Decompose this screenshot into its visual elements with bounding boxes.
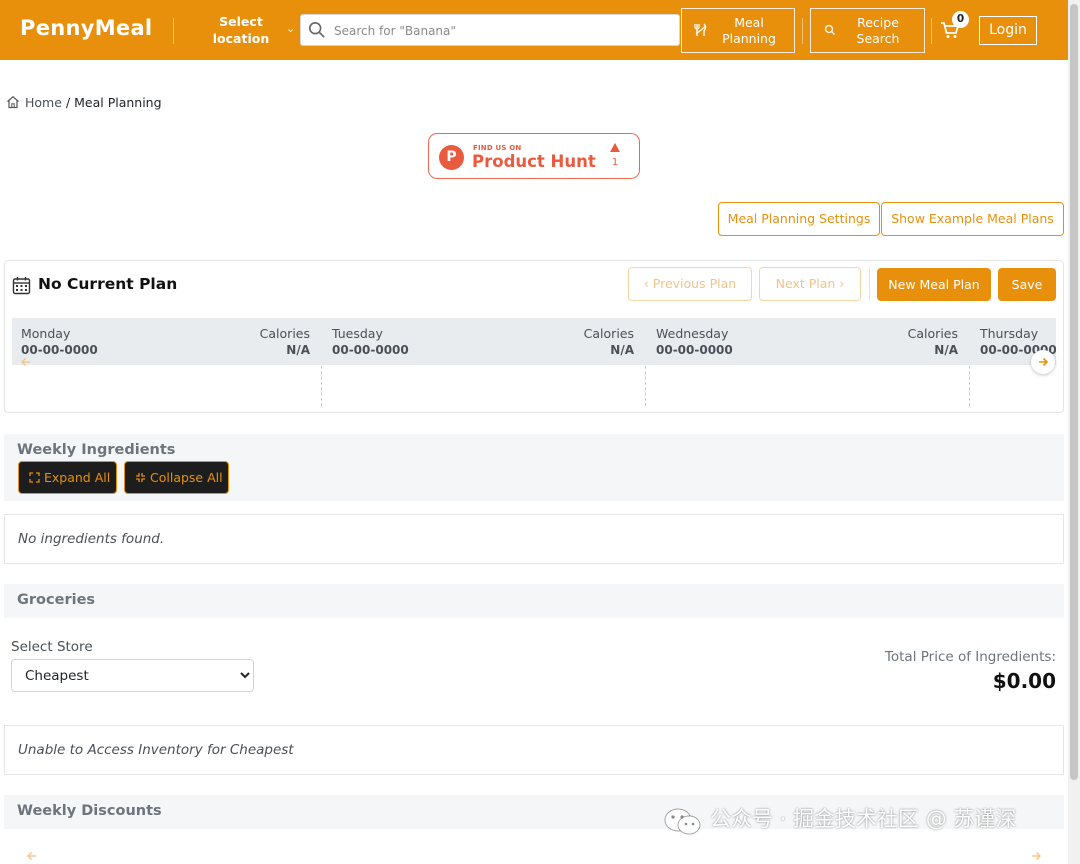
show-example-plans-button[interactable]: Show Example Meal Plans	[881, 202, 1064, 236]
calories-label: Calories	[259, 326, 310, 341]
arrow-right-icon	[1032, 851, 1042, 861]
recipe-search-label: Recipe Search	[856, 15, 900, 46]
day-name: Thursday	[980, 326, 1039, 341]
recipe-search-button[interactable]: Recipe Search	[810, 8, 925, 53]
wechat-icon	[664, 808, 701, 835]
next-plan-button[interactable]: Next Plan ›	[759, 267, 861, 301]
day-date: 00-00-0000	[332, 343, 409, 357]
previous-plan-label: Previous Plan	[652, 276, 737, 291]
expand-all-label: Expand All	[44, 470, 111, 485]
arrow-left-icon	[26, 851, 36, 861]
navbar-divider	[173, 18, 174, 44]
meal-planning-label: Meal Planning	[722, 15, 776, 46]
day-column-monday: Monday Calories 00-00-0000 N/A	[12, 318, 322, 366]
toolbar-divider	[869, 268, 870, 301]
plan-title: No Current Plan	[38, 275, 178, 293]
expand-icon	[29, 472, 40, 483]
previous-plan-button[interactable]: ‹ Previous Plan	[628, 267, 752, 301]
watermark-text: 公众号 · 掘金技术社区 @ 苏谨深	[710, 807, 1017, 831]
calories-label: Calories	[907, 326, 958, 341]
home-icon	[7, 96, 19, 109]
login-button[interactable]: Login	[979, 16, 1037, 45]
breadcrumb-separator: /	[65, 95, 71, 110]
meal-planning-button[interactable]: Meal Planning	[681, 8, 795, 53]
day-column-tuesday: Tuesday Calories 00-00-0000 N/A	[323, 318, 646, 366]
calories-value: N/A	[934, 343, 958, 357]
utensils-icon	[694, 23, 707, 36]
search-icon	[308, 21, 325, 38]
brand-logo[interactable]: PennyMeal	[20, 16, 152, 40]
save-button[interactable]: Save	[998, 268, 1056, 301]
discounts-scroll-left-button[interactable]	[20, 844, 44, 864]
store-select[interactable]: Cheapest	[11, 659, 254, 692]
product-hunt-tagline: FIND US ON	[473, 144, 522, 152]
weekly-discounts-title: Weekly Discounts	[17, 803, 162, 819]
breadcrumb: Home / Meal Planning	[6, 95, 162, 110]
total-price-label: Total Price of Ingredients:	[884, 649, 1056, 665]
search-input[interactable]	[334, 21, 664, 41]
scroll-left-button[interactable]	[14, 350, 38, 374]
collapse-icon	[136, 473, 145, 482]
ingredients-empty-box: No ingredients found.	[4, 514, 1064, 564]
product-hunt-name: Product Hunt	[472, 152, 596, 171]
arrow-right-icon	[1039, 357, 1049, 367]
groceries-title: Groceries	[17, 592, 96, 608]
navbar-divider	[931, 18, 932, 44]
calendar-icon	[12, 277, 31, 295]
day-name: Tuesday	[332, 326, 383, 341]
meal-planning-settings-button[interactable]: Meal Planning Settings	[718, 202, 880, 236]
chevron-down-icon[interactable]: ⌄	[286, 22, 295, 35]
day-column-wednesday: Wednesday Calories 00-00-0000 N/A	[647, 318, 970, 366]
day-date: 00-00-0000	[656, 343, 733, 357]
product-hunt-logo: P	[439, 145, 464, 170]
select-store-label: Select Store	[11, 639, 93, 655]
day-name: Wednesday	[656, 326, 729, 341]
arrow-left-icon	[20, 357, 30, 367]
location-selector[interactable]: Select location	[206, 13, 276, 47]
upvote-count: 1	[611, 157, 619, 168]
next-plan-label: Next Plan	[775, 276, 836, 291]
navbar-divider	[802, 18, 803, 44]
total-price-value: $0.00	[992, 669, 1056, 693]
day-divider	[645, 366, 646, 406]
day-name: Monday	[21, 326, 71, 341]
discounts-scroll-right-button[interactable]	[1024, 844, 1048, 864]
groceries-section: Groceries	[4, 584, 1064, 618]
calories-value: N/A	[610, 343, 634, 357]
no-ingredients-message: No ingredients found.	[18, 531, 165, 547]
expand-all-button[interactable]: Expand All	[18, 461, 117, 494]
breadcrumb-current: Meal Planning	[74, 95, 162, 110]
weekly-ingredients-title: Weekly Ingredients	[17, 442, 176, 458]
search-icon	[824, 24, 835, 35]
calories-label: Calories	[583, 326, 634, 341]
calories-value: N/A	[286, 343, 310, 357]
search-box	[300, 14, 680, 46]
cart-count-badge: 0	[952, 11, 969, 28]
product-hunt-badge[interactable]: P FIND US ON Product Hunt 1	[428, 133, 640, 179]
collapse-all-label: Collapse All	[150, 470, 223, 485]
inventory-message-box: Unable to Access Inventory for Cheapest	[4, 725, 1064, 775]
collapse-all-button[interactable]: Collapse All	[124, 461, 229, 494]
scrollbar-thumb[interactable]	[1070, 4, 1078, 780]
new-meal-plan-button[interactable]: New Meal Plan	[877, 268, 991, 301]
inventory-unavailable-message: Unable to Access Inventory for Cheapest	[18, 742, 294, 758]
scroll-right-button[interactable]	[1031, 350, 1055, 374]
day-divider	[321, 366, 322, 406]
day-divider	[969, 366, 970, 406]
breadcrumb-home-link[interactable]: Home	[25, 95, 62, 110]
upvote-arrow-icon	[610, 143, 620, 152]
